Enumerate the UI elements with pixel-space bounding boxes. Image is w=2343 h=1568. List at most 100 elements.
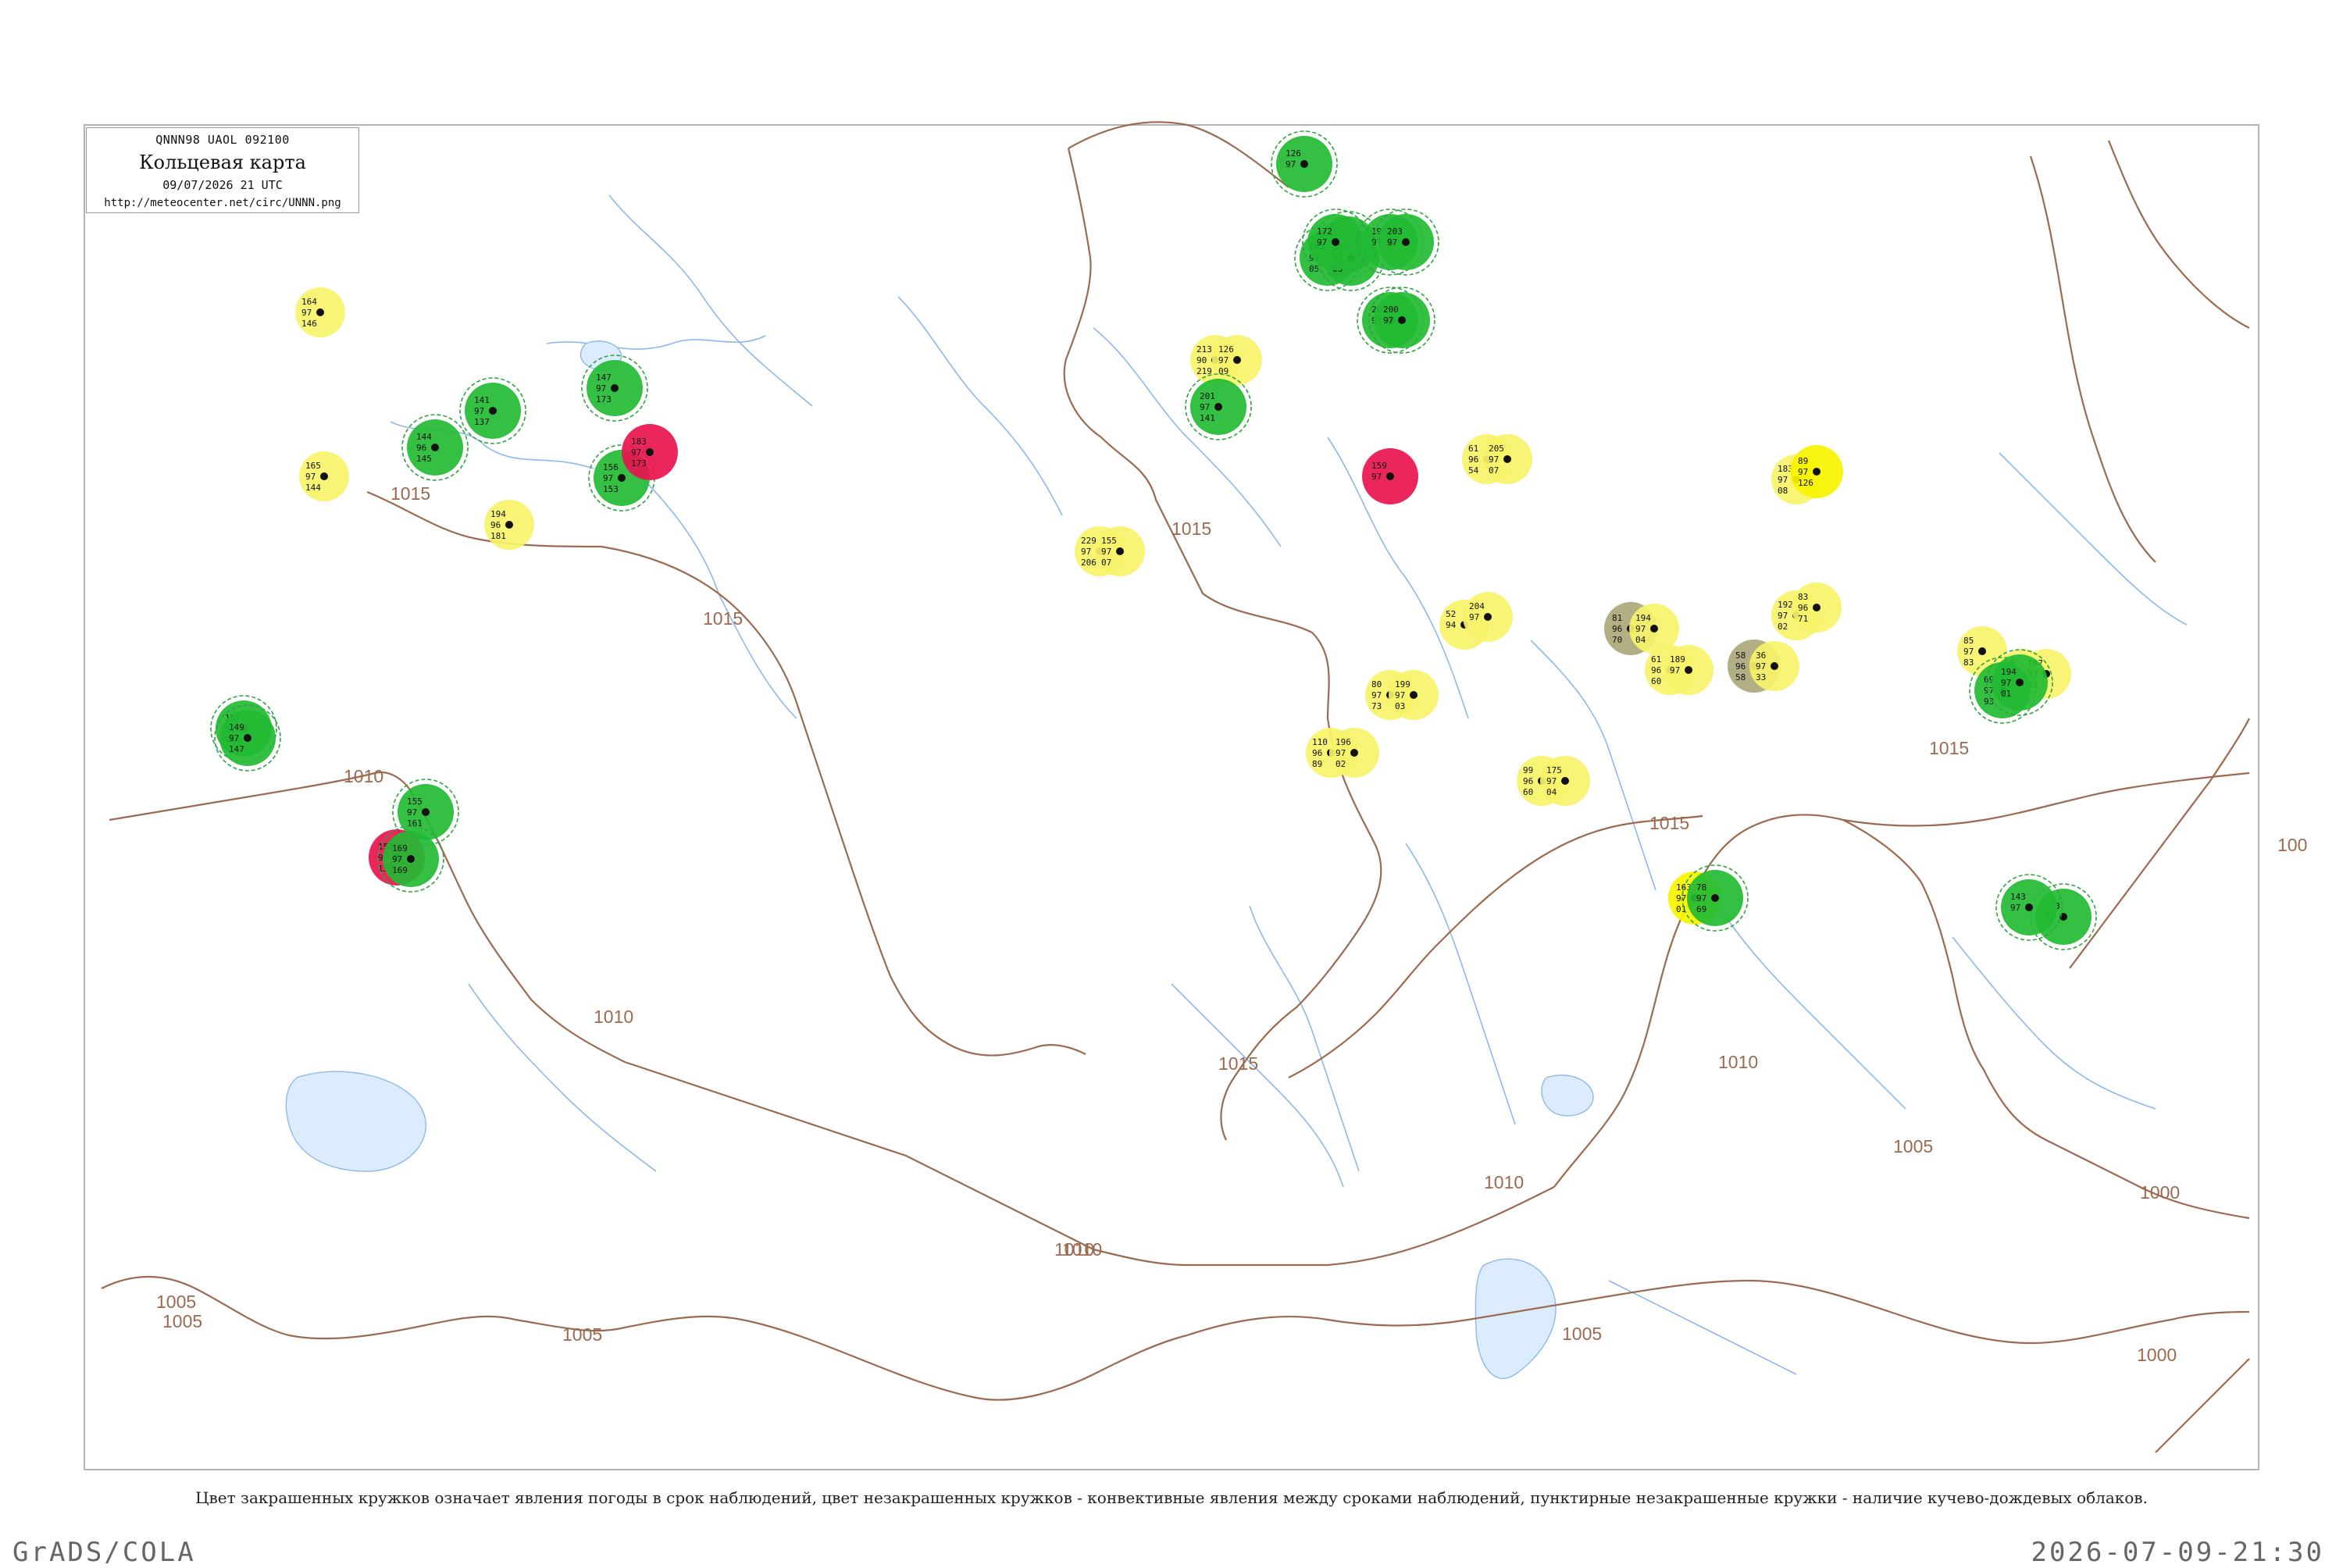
- station-dew: 04: [1635, 635, 1646, 645]
- station-dot: [1685, 666, 1692, 674]
- station-dot: [316, 308, 324, 316]
- station-dew: 02: [1336, 759, 1346, 769]
- station-code: 96: [490, 520, 501, 530]
- isobar-label: 1015: [390, 483, 430, 504]
- station-yellow: 8997126: [1790, 445, 1843, 498]
- station-temp: 149: [229, 722, 244, 732]
- station-temp: 99: [1523, 765, 1533, 775]
- station-dew: 07: [1101, 558, 1111, 568]
- station-code: 94: [1446, 620, 1457, 630]
- station-code: 97: [305, 472, 316, 482]
- isobar-label: 1015: [1929, 738, 1969, 758]
- station-haze: 839671: [1792, 583, 1842, 633]
- station-haze: 19496181: [484, 500, 534, 550]
- station-code: 96: [1735, 661, 1746, 672]
- station-dot: [1410, 691, 1418, 699]
- station-temp: 58: [1735, 650, 1746, 661]
- station-code: 90: [1196, 355, 1207, 365]
- station-haze: 20497: [1463, 592, 1513, 642]
- station-temp: 172: [1317, 226, 1332, 237]
- station-temp: 165: [305, 461, 321, 471]
- station-dew: 60: [1523, 787, 1533, 797]
- station-dew: 153: [603, 484, 619, 494]
- isobar-label: 1015: [703, 608, 743, 629]
- station-code: 97: [229, 733, 239, 743]
- station-temp: 192: [1778, 600, 1793, 610]
- station-temp: 36: [1756, 650, 1766, 661]
- station-haze: 1269709: [1212, 335, 1262, 385]
- station-dot: [1214, 403, 1222, 411]
- station-code: 97: [1371, 472, 1382, 482]
- station-haze: 1999703: [1389, 670, 1439, 720]
- station-dew: 70: [1612, 635, 1622, 645]
- station-code: 97: [1635, 624, 1646, 634]
- station-code: 96: [1312, 748, 1322, 758]
- station-temp: 213: [1196, 344, 1212, 355]
- station-dot: [1484, 613, 1492, 621]
- station-temp: 156: [603, 462, 619, 472]
- station-code: 97: [1317, 237, 1327, 248]
- station-dew: 83: [1963, 657, 1974, 668]
- station-dot: [1711, 894, 1719, 902]
- station-temp: 83: [1798, 592, 1808, 602]
- station-dot: [422, 808, 430, 816]
- station-temp: 183: [631, 437, 647, 447]
- source-url[interactable]: http://meteocenter.net/circ/UNNN.png: [87, 197, 358, 209]
- station-temp: 80: [1371, 679, 1382, 690]
- station-temp: 194: [490, 509, 506, 519]
- station-temp: 196: [1336, 737, 1351, 747]
- station-dot: [618, 474, 626, 482]
- isobar-label: 1010: [344, 766, 383, 786]
- station-dot: [505, 521, 513, 529]
- station-code: 97: [1286, 159, 1296, 169]
- isobar-label: 100: [2277, 835, 2307, 855]
- synoptic-map: 1015 1015 1015 1015 1015 1015 1010 1010 1010 1010…: [84, 121, 2307, 1470]
- station-code: 96: [1612, 624, 1622, 634]
- station-dot: [1771, 662, 1778, 670]
- station-code: 97: [1670, 665, 1680, 675]
- station-dew: 137: [474, 417, 490, 427]
- station-dew: 147: [229, 744, 244, 754]
- station-temp: 126: [1218, 344, 1234, 355]
- isobar-label: 1015: [1218, 1053, 1258, 1074]
- station-dew: 141: [1200, 413, 1215, 423]
- station-code: 97: [407, 807, 417, 818]
- station-code: 97: [1798, 467, 1808, 477]
- station-code: 97: [1336, 748, 1346, 758]
- station-dew: 04: [1546, 787, 1557, 797]
- station-temp: 229: [1081, 536, 1097, 546]
- station-code: 97: [596, 383, 606, 394]
- station-temp: 143: [2010, 892, 2026, 902]
- station-temp: 189: [1670, 654, 1685, 665]
- station-dot: [1813, 468, 1821, 476]
- station-haze: 1559707: [1095, 526, 1145, 576]
- station-code: 97: [2010, 903, 2020, 913]
- station-haze: 16497146: [295, 287, 345, 337]
- station-code: 97: [1200, 402, 1210, 412]
- bulletin-code: QNNN98 UAOL 092100: [155, 133, 290, 147]
- station-dot: [1813, 604, 1821, 611]
- station-dew: 173: [631, 458, 647, 469]
- station-temp: 199: [1395, 679, 1410, 690]
- station-dew: 03: [1395, 701, 1405, 711]
- station-dot: [1300, 160, 1308, 168]
- station-dew: 08: [1778, 486, 1788, 496]
- station-temp: 81: [1612, 613, 1622, 623]
- station-dot: [646, 448, 654, 456]
- station-temp: 164: [301, 297, 317, 307]
- station-dot: [1978, 647, 1986, 655]
- station-code: 97: [1383, 315, 1393, 326]
- station-dot: [1650, 625, 1658, 633]
- station-temp: 52: [1446, 609, 1456, 619]
- station-dot: [407, 855, 415, 863]
- station-haze: 369733: [1749, 641, 1799, 691]
- station-temp: 89: [1798, 456, 1808, 466]
- station-temp: 194: [1635, 613, 1651, 623]
- station-code: 97: [1546, 776, 1557, 786]
- station-dot: [320, 472, 328, 480]
- station-dew: 73: [1371, 701, 1382, 711]
- station-temp: 200: [1383, 305, 1399, 315]
- station-dew: 01: [2001, 689, 2011, 699]
- station-dot: [431, 444, 439, 451]
- legend-footnote: Цвет закрашенных кружков означает явлени…: [195, 1488, 2148, 1507]
